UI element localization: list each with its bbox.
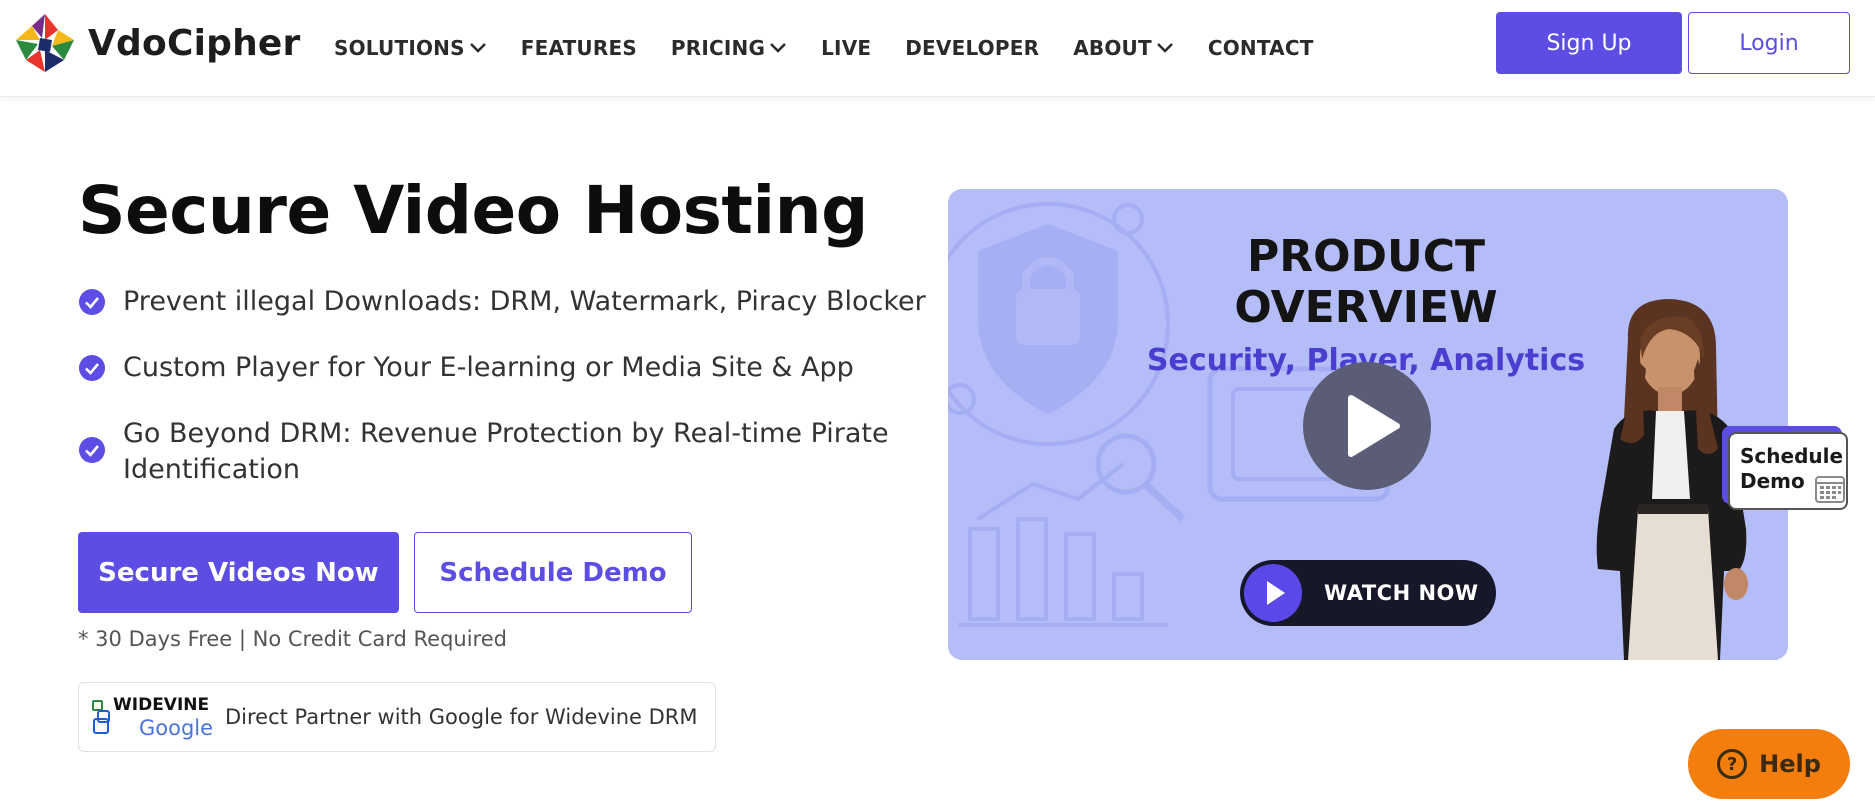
feature-text: Prevent illegal Downloads: DRM, Watermar… [123, 286, 926, 317]
vdocipher-logo-icon [16, 14, 74, 72]
logo[interactable]: VdoCipher [12, 10, 301, 76]
chevron-down-icon [469, 43, 486, 53]
feature-text: Go Beyond DRM: Revenue Protection by Rea… [123, 418, 889, 485]
widevine-wordmark: WIDEVINE [113, 695, 210, 715]
schedule-demo-badge[interactable]: Schedule Demo [1728, 432, 1848, 510]
help-button[interactable]: ? Help [1688, 729, 1850, 799]
watch-play-circle [1244, 564, 1302, 622]
signup-button[interactable]: Sign Up [1496, 12, 1682, 74]
nav-label: CONTACT [1207, 36, 1314, 60]
login-button[interactable]: Login [1688, 12, 1850, 74]
feature-item: Prevent illegal Downloads: DRM, Watermar… [78, 284, 928, 320]
partner-badge: WIDEVINE Google Direct Partner with Goog… [78, 682, 716, 752]
nav-about[interactable]: ABOUT [1073, 34, 1174, 62]
nav-solutions[interactable]: SOLUTIONS [334, 34, 487, 62]
play-icon [1267, 581, 1285, 605]
chevron-down-icon [1156, 43, 1173, 53]
free-trial-note: * 30 Days Free | No Credit Card Required [78, 627, 507, 651]
feature-item: Custom Player for Your E-learning or Med… [78, 350, 928, 386]
partner-text: Direct Partner with Google for Widevine … [225, 705, 698, 729]
calendar-icon [1815, 476, 1845, 503]
nav-features[interactable]: FEATURES [521, 34, 637, 62]
feature-item: Go Beyond DRM: Revenue Protection by Rea… [78, 416, 928, 488]
video-title: PRODUCT OVERVIEW [1234, 231, 1498, 333]
schedule-demo-button[interactable]: Schedule Demo [414, 532, 692, 613]
check-circle-icon [79, 355, 105, 381]
play-button[interactable] [1303, 362, 1431, 490]
nav-pricing[interactable]: PRICING [671, 34, 787, 62]
nav-developer[interactable]: DEVELOPER [905, 34, 1039, 62]
product-overview-video[interactable]: PRODUCT OVERVIEW Security, Player, Analy… [948, 189, 1788, 660]
chevron-down-icon [770, 43, 786, 53]
nav-label: PRICING [670, 36, 766, 60]
nav-label: ABOUT [1073, 36, 1152, 60]
secure-videos-now-button[interactable]: Secure Videos Now [78, 532, 399, 613]
feature-text: Custom Player for Your E-learning or Med… [123, 352, 854, 383]
site-header: VdoCipher SOLUTIONS FEATURES PRICING LIV… [0, 0, 1875, 97]
main-nav: SOLUTIONS FEATURES PRICING LIVE DEVELOPE… [334, 34, 1348, 62]
page-title: Secure Video Hosting [78, 172, 868, 249]
play-icon [1348, 395, 1400, 457]
watch-now-button[interactable]: WATCH NOW [1240, 560, 1496, 626]
nav-label: FEATURES [520, 36, 637, 60]
nav-label: LIVE [821, 36, 872, 60]
nav-live[interactable]: LIVE [821, 34, 871, 62]
watch-now-label: WATCH NOW [1324, 581, 1479, 605]
google-wordmark: Google [139, 716, 214, 740]
nav-contact[interactable]: CONTACT [1208, 34, 1314, 62]
nav-label: SOLUTIONS [334, 36, 465, 60]
widevine-google-logo: WIDEVINE Google [89, 689, 219, 745]
feature-list: Prevent illegal Downloads: DRM, Watermar… [78, 284, 928, 518]
check-circle-icon [79, 437, 105, 463]
question-icon: ? [1717, 749, 1748, 779]
brand-name: VdoCipher [88, 22, 301, 64]
help-label: Help [1759, 750, 1821, 778]
schedule-demo-badge-label: Schedule Demo [1740, 444, 1844, 493]
check-circle-icon [79, 289, 105, 315]
nav-label: DEVELOPER [905, 36, 1040, 60]
